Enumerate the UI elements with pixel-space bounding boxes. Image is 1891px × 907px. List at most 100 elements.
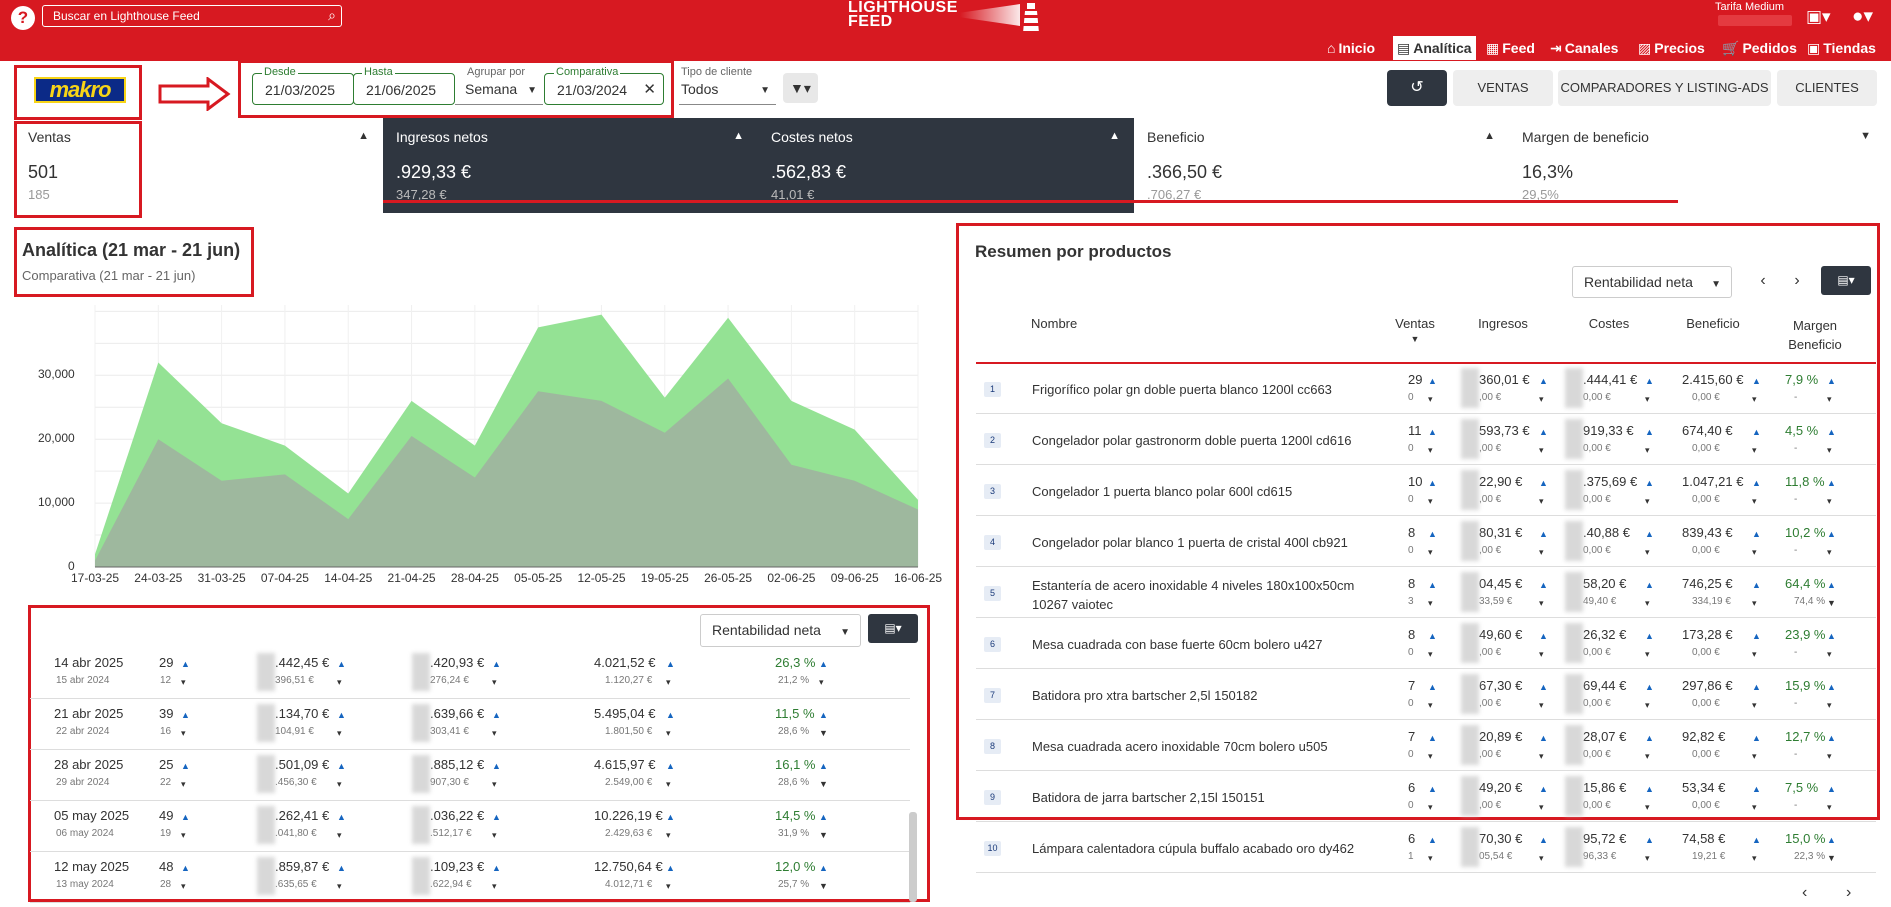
table-row[interactable]: 14 abr 2025 15 abr 2024 29 12 ▲ ▾ .442,45 € 396… <box>30 649 910 699</box>
ventas-button[interactable]: VENTAS <box>1453 70 1553 106</box>
nav-analytics[interactable]: ▤ Analítica <box>1393 36 1476 60</box>
kpi-card[interactable]: Costes netos .562,83 €41,01 € ▲ <box>758 118 1134 213</box>
scrollbar[interactable] <box>909 812 917 902</box>
header-margen[interactable]: Margen Beneficio <box>1780 316 1850 354</box>
trend-up-icon: ▲ <box>1752 682 1761 692</box>
trend-down-icon: ▾ <box>819 677 824 687</box>
help-icon[interactable]: ? <box>11 6 35 30</box>
sort-toggle-icon[interactable]: ▲ <box>1484 130 1495 142</box>
redacted-blur <box>1461 368 1479 408</box>
cell-ben_cmp: 0,00 € <box>1692 494 1720 505</box>
kpi-value: .366,50 € <box>1147 162 1223 182</box>
product-row[interactable]: 6 Mesa cuadrada con base fuerte 60cm bole… <box>976 619 1876 669</box>
brand-logo[interactable]: LIGHTHOUSE FEED <box>848 0 958 30</box>
trend-up-icon: ▲ <box>1752 784 1761 794</box>
cell-ing_cmp: .456,30 € <box>275 777 317 788</box>
search-input[interactable]: Buscar en Lighthouse Feed ⌕ <box>42 5 342 27</box>
product-row[interactable]: 4 Congelador polar blanco 1 puerta de cri… <box>976 517 1876 567</box>
kpi-card[interactable]: Ingresos netos .929,33 €347,28 € ▲ <box>383 118 758 213</box>
product-row[interactable]: 3 Congelador 1 puerta blanco polar 600l c… <box>976 466 1876 516</box>
weekly-metric-select[interactable]: Rentabilidad neta ▼ <box>700 614 861 647</box>
cell-cost_cmp: 49,40 € <box>1583 596 1617 607</box>
redacted-blur <box>1461 725 1479 765</box>
header-ventas[interactable]: Ventas ▼ <box>1390 316 1440 344</box>
rank-badge: 5 <box>984 586 1001 601</box>
cell-ben: 674,40 € <box>1682 423 1733 438</box>
trend-up-icon: ▲ <box>1539 427 1548 437</box>
trend-up-icon: ▲ <box>1428 784 1437 794</box>
cell-sales_cmp: 1 <box>1408 851 1414 862</box>
annotation-box <box>14 227 254 297</box>
makro-logo: makro <box>34 77 126 103</box>
redacted-blur <box>1565 419 1583 459</box>
table-row[interactable]: 05 may 2025 06 may 2024 49 19 ▲ ▾ .262,41 € .04… <box>30 802 910 852</box>
trend-down-icon: ▾ <box>337 728 342 738</box>
x-tick-label: 05-05-25 <box>514 571 563 585</box>
table-row[interactable]: 28 abr 2025 29 abr 2024 25 22 ▲ ▾ .501,09 € .45… <box>30 751 910 801</box>
product-row[interactable]: 2 Congelador polar gastronorm doble puert… <box>976 415 1876 465</box>
nav-store[interactable]: ▣ Tiendas <box>1807 36 1876 60</box>
redacted-blur <box>257 806 275 844</box>
redacted-blur <box>1461 623 1479 663</box>
trend-down-icon: ▾ <box>492 830 497 840</box>
cell-ben: 74,58 € <box>1682 831 1726 846</box>
nav-cart[interactable]: 🛒 Pedidos <box>1722 36 1797 60</box>
cell-ben_cmp: 0,00 € <box>1692 800 1720 811</box>
cell-cost: .109,23 € <box>430 859 485 874</box>
product-row[interactable]: 5 Estantería de acero inoxidable 4 nivele… <box>976 568 1876 618</box>
nav-feed[interactable]: ▦ Feed <box>1486 36 1535 60</box>
x-tick-label: 26-05-25 <box>704 571 753 585</box>
nav-label: Canales <box>1564 40 1619 56</box>
trend-up-icon: ▲ <box>666 761 675 771</box>
nav-prices[interactable]: ▨ Precios <box>1638 36 1705 60</box>
product-row[interactable]: 10 Lámpara calentadora cúpula buffalo aca… <box>976 823 1876 873</box>
table-row[interactable]: 21 abr 2025 22 abr 2024 39 16 ▲ ▾ .134,70 € 104… <box>30 700 910 750</box>
sort-toggle-icon[interactable]: ▲ <box>358 130 369 142</box>
next-page-icon[interactable]: › <box>1782 266 1812 296</box>
cell-mar_cmp: - <box>1794 749 1798 760</box>
trend-up-icon: ▲ <box>1752 478 1761 488</box>
trend-down-icon: ▼ <box>819 881 828 891</box>
header-costes[interactable]: Costes <box>1574 316 1644 331</box>
table-row[interactable]: 12 may 2025 13 may 2024 48 28 ▲ ▾ .859,87 € .63… <box>30 853 910 903</box>
product-row[interactable]: 8 Mesa cuadrada acero inoxidable 70cm bol… <box>976 721 1876 771</box>
annotation-line <box>383 200 1678 203</box>
prev-page-icon[interactable]: ‹ <box>1748 266 1778 296</box>
kpi-card[interactable]: Beneficio .366,50 € .706,27 € ▲ <box>1134 118 1509 213</box>
product-row[interactable]: 1 Frigorífico polar gn doble puerta blanc… <box>976 364 1876 414</box>
export-button[interactable]: ▤▾ <box>868 614 918 643</box>
cell-mar: 23,9 % <box>1785 627 1826 642</box>
product-row[interactable]: 7 Batidora pro xtra bartscher 2,5l 150182… <box>976 670 1876 720</box>
sort-toggle-icon[interactable]: ▲ <box>733 130 744 142</box>
reset-button[interactable]: ↺ <box>1387 70 1447 106</box>
export-button[interactable]: ▤▾ <box>1821 266 1871 295</box>
search-icon[interactable]: ⌕ <box>328 7 336 24</box>
header-nombre[interactable]: Nombre <box>1031 316 1077 331</box>
nav-home[interactable]: ⌂ Inicio <box>1327 36 1375 60</box>
clear-icon[interactable]: ✕ <box>643 80 656 98</box>
trend-up-icon: ▲ <box>1752 835 1761 845</box>
trend-up-icon: ▲ <box>1827 580 1836 590</box>
brand-line2: FEED <box>848 13 893 30</box>
cell-mar: 7,9 % <box>1785 372 1819 387</box>
products-metric-select[interactable]: Rentabilidad neta ▼ <box>1572 266 1732 298</box>
sort-toggle-icon[interactable]: ▼ <box>1860 130 1871 142</box>
cell-ing_cmp: ,00 € <box>1479 494 1502 505</box>
product-row[interactable]: 9 Batidora de jarra bartscher 2,15l 15015… <box>976 772 1876 822</box>
user-icon[interactable]: ●▾ <box>1852 5 1873 28</box>
comparadores-button[interactable]: COMPARADORES Y LISTING-ADS <box>1558 70 1771 106</box>
clientes-button[interactable]: CLIENTES <box>1777 70 1877 106</box>
header-beneficio[interactable]: Beneficio <box>1678 316 1748 331</box>
cell-ing_cmp: 104,91 € <box>275 726 314 737</box>
sort-toggle-icon[interactable]: ▲ <box>1109 130 1120 142</box>
store-switch-icon[interactable]: ▣▾ <box>1806 7 1831 27</box>
rank-badge: 7 <box>984 688 1001 703</box>
header-ingresos[interactable]: Ingresos <box>1468 316 1538 331</box>
prev-page-icon[interactable]: ‹ <box>1802 884 1807 902</box>
desde-label: Desde <box>262 66 298 78</box>
trend-up-icon: ▲ <box>1428 529 1437 539</box>
next-page-icon[interactable]: › <box>1846 884 1851 902</box>
nav-channels[interactable]: ⇥ Canales <box>1550 36 1618 60</box>
filter-button[interactable]: ▼▾ <box>783 73 818 103</box>
kpi-card[interactable]: Margen de beneficio 16,3% 29,5% ▼ <box>1509 118 1885 213</box>
